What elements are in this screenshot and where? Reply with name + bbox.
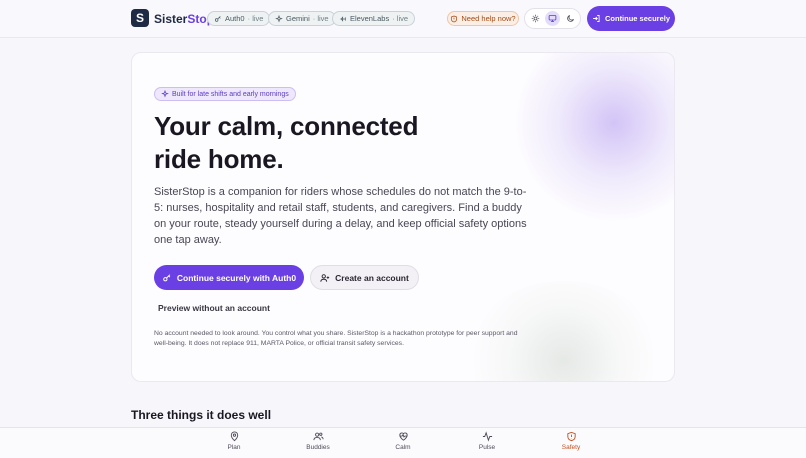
pill-name: Auth0	[225, 14, 245, 23]
pill-status: · live	[247, 14, 264, 23]
tagline-badge: Built for late shifts and early mornings	[154, 87, 296, 101]
shield-icon	[451, 15, 458, 22]
hero-title-line2: ride home.	[154, 144, 284, 174]
section-title: Three things it does well	[131, 408, 272, 422]
pill-status: · live	[312, 14, 329, 23]
sun-icon	[531, 14, 540, 23]
nav-label: Safety	[561, 444, 581, 451]
hero-title-line1: Your calm, connected	[154, 111, 419, 141]
need-help-label: Need help now?	[461, 14, 516, 23]
hero-card: Built for late shifts and early mornings…	[131, 52, 675, 382]
status-pill-elevenlabs: ElevenLabs · live	[332, 11, 416, 26]
hero-title: Your calm, connected ride home.	[154, 110, 454, 176]
nav-label: Plan	[227, 444, 241, 451]
tagline-text: Built for late shifts and early mornings	[172, 90, 289, 98]
sparkle-icon	[161, 90, 169, 98]
continue-securely-button[interactable]: Continue securely	[587, 6, 675, 31]
top-header: S SisterStop Auth0 · live Gemini · live …	[0, 0, 806, 38]
nav-item-buddies[interactable]: Buddies	[298, 431, 338, 457]
pill-name: ElevenLabs	[350, 14, 390, 23]
continue-securely-label: Continue securely	[604, 14, 671, 23]
theme-switcher	[524, 8, 581, 29]
disclaimer-text: No account needed to look around. You co…	[154, 330, 518, 347]
decorative-glow-purple	[514, 53, 674, 223]
create-account-button[interactable]: Create an account	[310, 265, 419, 290]
user-plus-icon	[320, 273, 330, 282]
nav-item-plan[interactable]: Plan	[214, 431, 254, 457]
audio-icon	[340, 15, 346, 22]
key-icon	[214, 15, 221, 22]
preview-without-account-link[interactable]: Preview without an account	[158, 303, 270, 313]
status-pill-gemini: Gemini · live	[268, 11, 336, 26]
need-help-button[interactable]: Need help now?	[447, 11, 519, 26]
moon-icon	[567, 15, 574, 22]
nav-item-calm[interactable]: Calm	[383, 431, 423, 457]
hero-description: SisterStop is a companion for riders who…	[154, 186, 527, 246]
nav-item-safety[interactable]: Safety	[551, 431, 591, 457]
pill-name: Gemini	[286, 14, 310, 23]
monitor-icon	[548, 15, 557, 22]
map-pin-icon	[230, 431, 238, 442]
status-pill-auth0: Auth0 · live	[207, 11, 271, 26]
nav-label: Calm	[395, 444, 411, 451]
key-icon	[163, 273, 171, 281]
activity-icon	[482, 431, 492, 442]
app-logo[interactable]: S	[131, 9, 149, 27]
theme-system-button[interactable]	[545, 11, 560, 26]
theme-dark-button[interactable]	[563, 11, 578, 26]
heart-pulse-icon	[398, 432, 408, 441]
shield-icon	[566, 431, 576, 442]
brand-name[interactable]: SisterStop	[154, 12, 214, 26]
theme-light-button[interactable]	[528, 11, 543, 26]
nav-label: Buddies	[306, 444, 330, 451]
nav-item-pulse[interactable]: Pulse	[467, 431, 507, 457]
nav-label: Pulse	[478, 444, 496, 451]
continue-with-auth0-label: Continue securely with Auth0	[176, 272, 297, 283]
bottom-nav: Plan Buddies Calm Pulse Safety	[0, 427, 806, 458]
login-icon	[593, 15, 600, 22]
users-icon	[312, 432, 324, 441]
create-account-label: Create an account	[335, 272, 409, 283]
sparkle-icon	[275, 14, 283, 22]
continue-with-auth0-button[interactable]: Continue securely with Auth0	[154, 265, 304, 290]
pill-status: · live	[392, 14, 409, 23]
brand-main: Sister	[154, 12, 188, 26]
